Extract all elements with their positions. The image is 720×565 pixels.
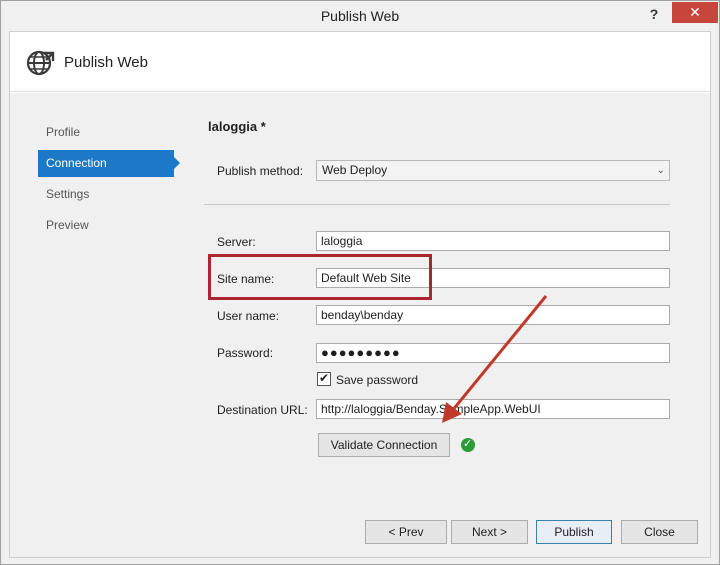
nav-item-profile[interactable]: Profile (38, 119, 174, 146)
publish-method-select[interactable]: Web Deploy ⌄ (316, 160, 670, 181)
close-window-button[interactable]: ✕ (672, 2, 718, 23)
server-input[interactable]: laloggia (316, 231, 670, 251)
publish-web-dialog: Publish Web ? ✕ Publish Web Profile Conn… (0, 0, 720, 565)
user-name-input[interactable]: benday\benday (316, 305, 670, 325)
nav-item-connection[interactable]: Connection (38, 150, 180, 177)
chevron-down-icon: ⌄ (656, 165, 665, 176)
publish-button[interactable]: Publish (536, 520, 612, 544)
save-password-checkbox[interactable] (317, 371, 331, 386)
user-name-label: User name: (217, 309, 280, 323)
dialog-content: Profile Connection Settings Preview lalo… (10, 93, 710, 557)
globe-publish-icon (26, 50, 55, 76)
validate-connection-button[interactable]: Validate Connection (318, 433, 450, 457)
success-check-icon (461, 437, 475, 452)
help-button[interactable]: ? (641, 3, 667, 25)
profile-name-heading: laloggia * (208, 119, 266, 134)
window-title: Publish Web (320, 8, 400, 24)
publish-method-label: Publish method: (217, 164, 304, 178)
password-input[interactable]: ●●●●●●●●● (316, 343, 670, 363)
site-name-label: Site name: (217, 272, 275, 286)
prev-button[interactable]: < Prev (365, 520, 447, 544)
destination-url-input[interactable]: http://laloggia/Benday.SampleApp.WebUI (316, 399, 670, 419)
server-label: Server: (217, 235, 256, 249)
dialog-header: Publish Web (10, 32, 710, 92)
dialog-client-area: Publish Web Profile Connection Settings … (9, 31, 711, 558)
next-button[interactable]: Next > (451, 520, 528, 544)
dialog-header-title: Publish Web (64, 54, 148, 71)
nav-item-preview[interactable]: Preview (38, 212, 174, 239)
publish-method-value: Web Deploy (322, 163, 388, 177)
nav-item-settings[interactable]: Settings (38, 181, 174, 208)
site-name-input[interactable]: Default Web Site (316, 268, 670, 288)
save-password-label[interactable]: Save password (336, 373, 418, 387)
section-divider (204, 204, 670, 205)
title-bar: Publish Web ? ✕ (1, 1, 719, 31)
password-label: Password: (217, 346, 274, 360)
destination-url-label: Destination URL: (217, 403, 308, 417)
wizard-nav: Profile Connection Settings Preview (38, 119, 180, 243)
close-button[interactable]: Close (621, 520, 698, 544)
